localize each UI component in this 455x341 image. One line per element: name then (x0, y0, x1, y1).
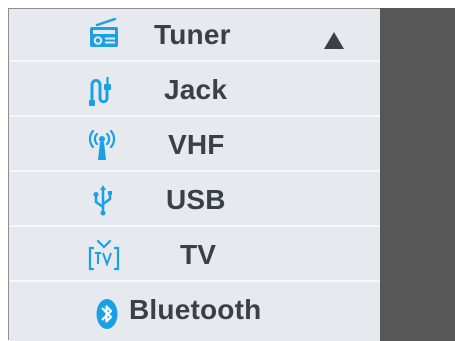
menu-item-vhf[interactable]: VHF (10, 119, 380, 172)
tuner-label: Tuner (154, 19, 231, 50)
source-menu: Tuner Jack VHF USB TV Bluetooth (8, 8, 380, 341)
menu-item-usb[interactable]: USB (10, 174, 380, 227)
menu-item-jack[interactable]: Jack (10, 64, 380, 117)
jack-label: Jack (164, 74, 228, 105)
radio-icon (87, 18, 121, 52)
antenna-icon (85, 128, 119, 162)
menu-item-bluetooth[interactable]: Bluetooth (10, 284, 380, 341)
usb-label: USB (166, 184, 226, 215)
right-panel (380, 8, 455, 341)
bluetooth-icon (90, 297, 124, 331)
screen: Tuner Jack VHF USB TV Bluetooth (0, 0, 455, 341)
collapse-arrow-icon[interactable] (324, 32, 344, 49)
usb-icon (86, 183, 120, 217)
menu-item-tuner[interactable]: Tuner (10, 9, 380, 62)
tv-icon (87, 238, 121, 272)
vhf-label: VHF (168, 129, 225, 160)
jack-cable-icon (84, 73, 118, 107)
menu-item-tv[interactable]: TV (10, 229, 380, 282)
tv-label: TV (180, 239, 217, 270)
bluetooth-label: Bluetooth (129, 294, 262, 325)
